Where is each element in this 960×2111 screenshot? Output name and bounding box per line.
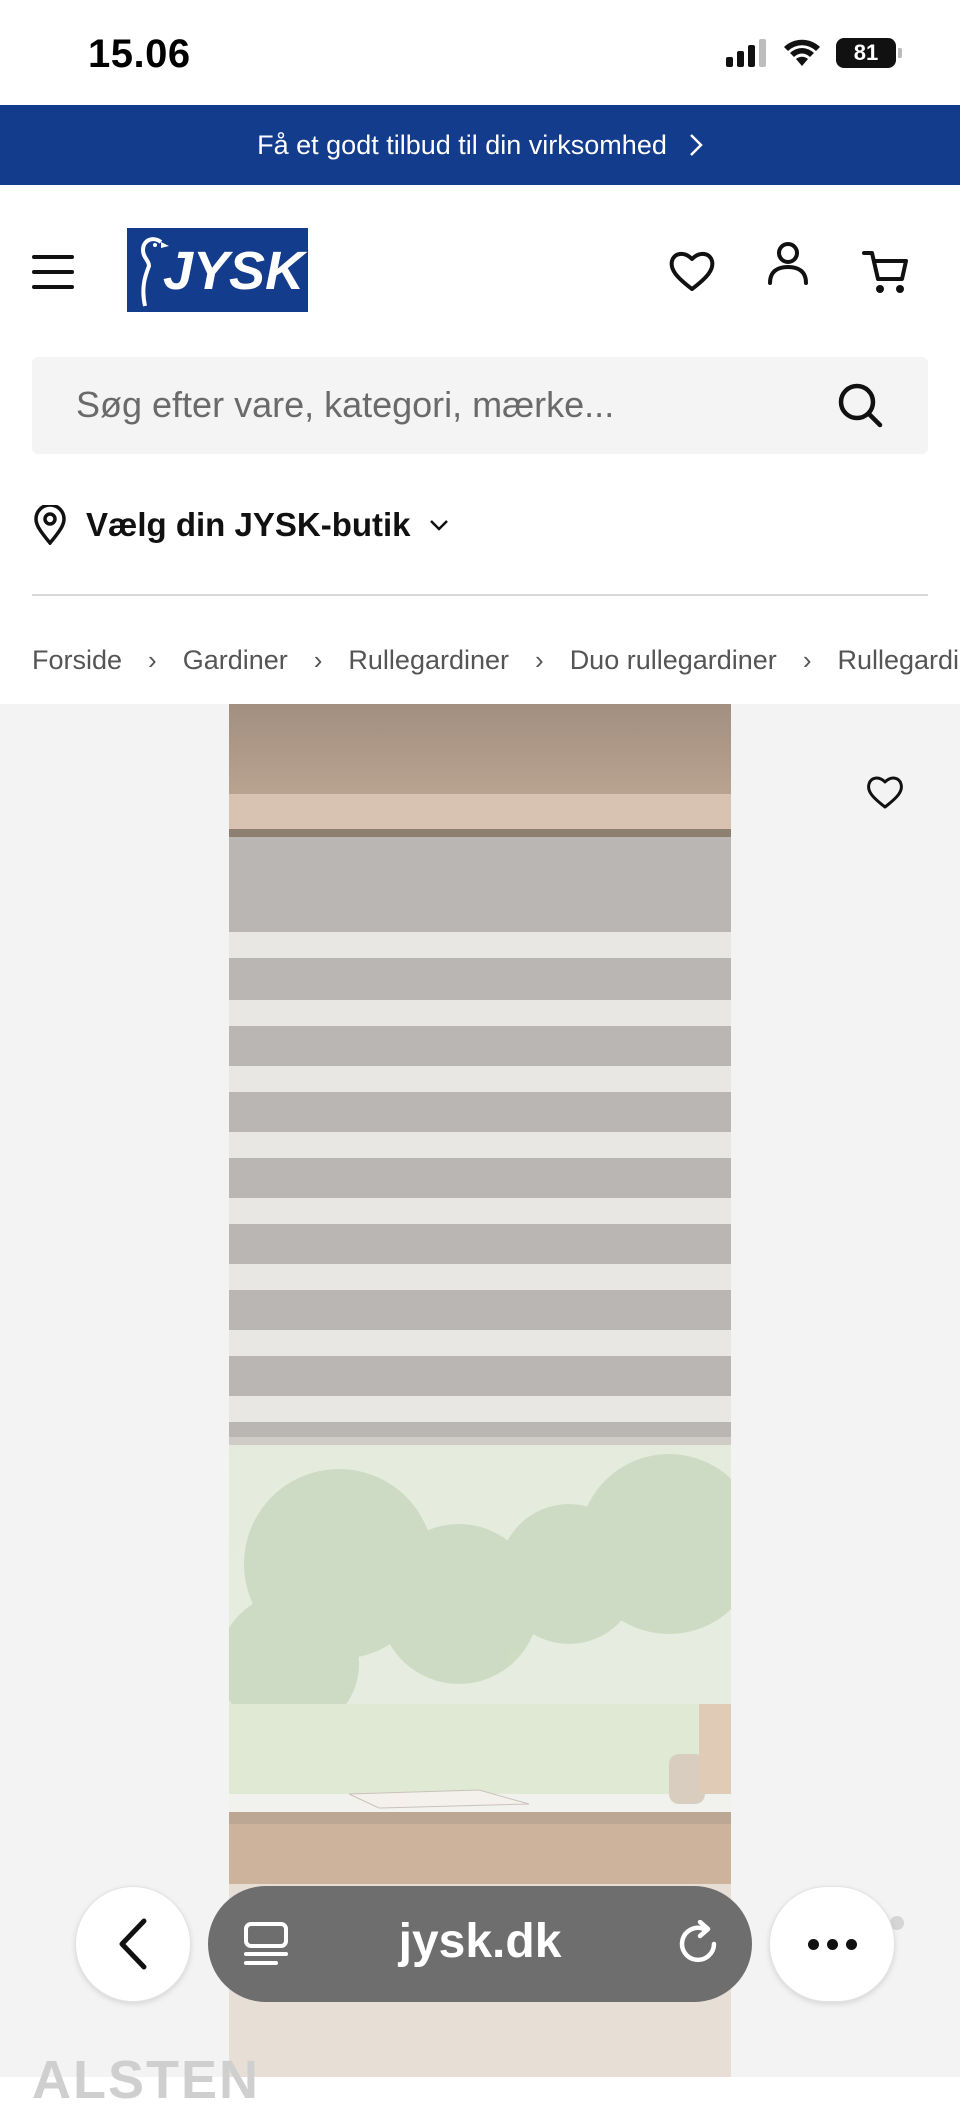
store-selector[interactable]: Vælg din JYSK-butik [32,495,449,555]
status-icons: 81 [726,38,902,68]
search-input[interactable] [76,379,816,431]
product-title: ALSTEN [32,2050,260,2110]
battery-icon: 81 [836,38,902,68]
cart-icon[interactable] [860,245,912,297]
status-time: 15.06 [88,32,191,76]
breadcrumb: Forside › Gardiner › Rullegardiner › Duo… [32,635,960,685]
product-gallery: ALSTEN [0,704,960,2110]
search-icon[interactable] [836,381,884,429]
add-to-favorites-icon[interactable] [864,772,906,812]
logo-text: JYSK [163,241,305,301]
chevron-left-icon [119,1918,147,1970]
promo-banner[interactable]: Få et godt tilbud til din virksomhed [0,105,960,185]
breadcrumb-separator-icon: › [313,644,323,675]
breadcrumb-item[interactable]: Rullegardin [837,645,960,676]
chevron-right-icon [689,134,703,156]
breadcrumb-item[interactable]: Duo rullegardiner [570,645,777,676]
url-text: jysk.dk [398,1915,562,1968]
cellular-signal-icon [726,39,766,67]
breadcrumb-separator-icon: › [535,644,544,675]
breadcrumb-item[interactable]: Rullegardiner [348,645,509,676]
back-button[interactable] [75,1886,191,2002]
store-selector-label: Vælg din JYSK-butik [86,506,411,543]
browser-toolbar: jysk.dk [0,1880,960,2010]
breadcrumb-item[interactable]: Forside [32,645,122,676]
chevron-down-icon [429,520,448,531]
product-image[interactable] [229,704,731,2077]
promo-text: Få et godt tilbud til din virksomhed [257,129,667,160]
heart-icon[interactable] [666,245,718,297]
address-bar[interactable]: jysk.dk [208,1886,752,2002]
hamburger-menu-icon[interactable] [32,255,78,291]
battery-level: 81 [853,40,879,65]
wifi-icon [784,39,820,66]
breadcrumb-item[interactable]: Gardiner [183,645,288,676]
breadcrumb-separator-icon: › [148,644,157,675]
site-header: JYSK [0,185,960,355]
account-icon[interactable] [762,239,814,291]
reload-icon[interactable] [674,1920,722,1968]
breadcrumb-separator-icon: › [802,644,812,675]
location-pin-icon [34,505,66,545]
jysk-logo[interactable]: JYSK [127,228,308,312]
search-bar [32,357,928,454]
more-options-icon[interactable] [769,1886,895,2002]
divider [32,594,928,596]
status-bar: 15.06 81 [0,0,960,105]
